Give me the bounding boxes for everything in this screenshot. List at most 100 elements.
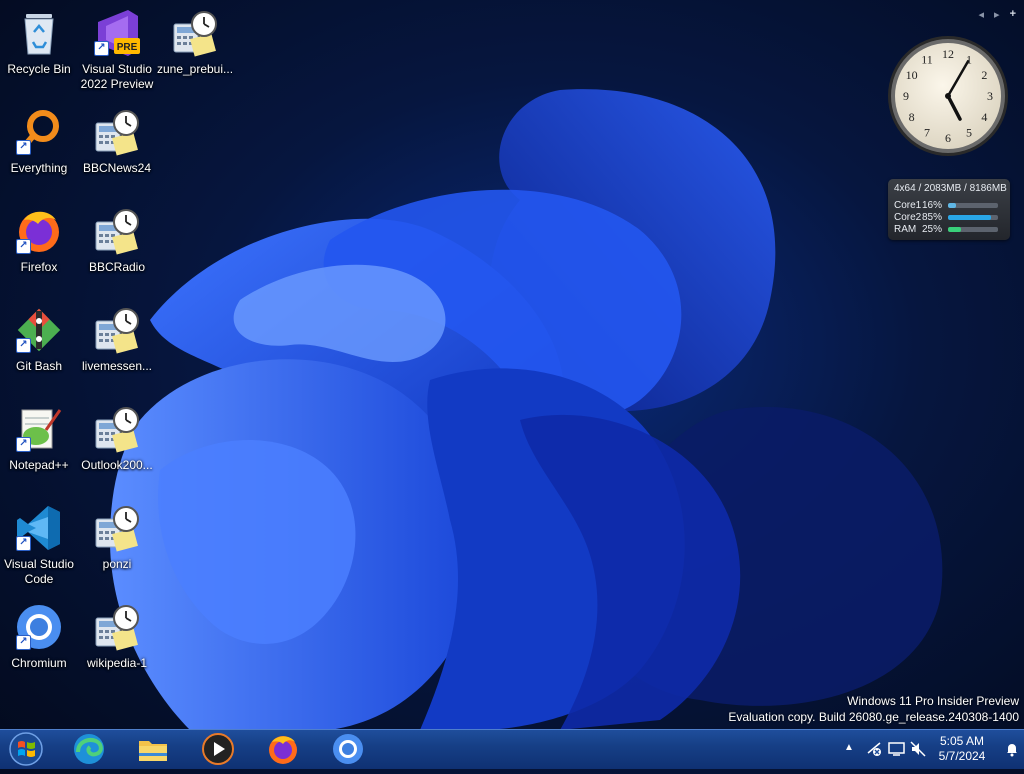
volume-muted-icon[interactable] bbox=[910, 741, 926, 762]
shortcut-arrow-icon: ↗ bbox=[94, 41, 109, 56]
shortcut-arrow-icon: ↗ bbox=[16, 239, 31, 254]
cpu-row-core1: Core1 16% bbox=[894, 199, 1006, 211]
cpu-meter-title: 4x64 / 2083MB / 8186MB bbox=[894, 183, 1007, 194]
shortcut-arrow-icon: ↗ bbox=[16, 635, 31, 650]
cpu-bar bbox=[948, 214, 998, 220]
desktop-icon-everything[interactable]: ↗ Everything bbox=[0, 107, 78, 176]
taskbar-edge[interactable] bbox=[66, 732, 112, 766]
shortcut-arrow-icon: ↗ bbox=[16, 437, 31, 452]
clock-number: 8 bbox=[909, 110, 915, 124]
watermark-line1: Windows 11 Pro Insider Preview bbox=[847, 694, 1019, 708]
taskbar-firefox[interactable] bbox=[260, 732, 306, 766]
windows-start-orb-icon bbox=[9, 732, 43, 766]
scheduled-task-icon bbox=[173, 11, 217, 57]
desktop-icon-visual-studio-code[interactable]: ↗ Visual Studio Code bbox=[0, 503, 78, 587]
evaluation-watermark: Windows 11 Pro Insider Preview Evaluatio… bbox=[728, 693, 1019, 725]
scheduled-task-icon bbox=[95, 407, 139, 453]
cpu-row-label: RAM bbox=[894, 223, 917, 235]
desktop-icon-bbcnews24[interactable]: BBCNews24 bbox=[78, 107, 156, 176]
desktop-icon-zune-prebuilt[interactable]: zune_prebui... bbox=[156, 8, 234, 77]
desktop-icon-ponzi[interactable]: ponzi bbox=[78, 503, 156, 572]
clock-number: 12 bbox=[942, 47, 954, 61]
icon-label: Visual Studio Code bbox=[4, 557, 74, 586]
desktop-icon-notepad-plus-plus[interactable]: ↗ Notepad++ bbox=[0, 404, 78, 473]
desktop-icon-recycle-bin[interactable]: Recycle Bin bbox=[0, 8, 78, 77]
scheduled-task-icon bbox=[95, 110, 139, 156]
clock-time: 5:05 AM bbox=[939, 734, 985, 748]
scheduled-task-icon bbox=[95, 506, 139, 552]
icon-label: Chromium bbox=[11, 656, 67, 670]
shortcut-arrow-icon: ↗ bbox=[16, 536, 31, 551]
notification-bell-icon[interactable] bbox=[1004, 741, 1020, 762]
clock-gadget[interactable]: 12 1234567891011 bbox=[886, 34, 1010, 158]
icon-label: Recycle Bin bbox=[7, 62, 71, 76]
cpu-row-core2: Core2 85% bbox=[894, 211, 1006, 223]
desktop-icon-git-bash[interactable]: ↗ Git Bash bbox=[0, 305, 78, 374]
desktop-icon-livemessenger[interactable]: livemessen... bbox=[78, 305, 156, 374]
system-tray: ▲ 5:05 AM 5/7/2024 bbox=[844, 730, 1024, 769]
cpu-row-ram: RAM 25% bbox=[894, 223, 1006, 235]
desktop-icon-wikipedia-1[interactable]: wikipedia-1 bbox=[78, 602, 156, 671]
chevron-left-icon[interactable]: ◂ bbox=[979, 8, 985, 21]
cpu-bar-fill bbox=[948, 214, 991, 220]
cpu-bar-fill bbox=[948, 226, 961, 232]
watermark-line2: Evaluation copy. Build 26080.ge_release.… bbox=[728, 710, 1019, 724]
scheduled-task-icon bbox=[95, 308, 139, 354]
cpu-row-value: 16% bbox=[922, 199, 943, 211]
icon-label: Notepad++ bbox=[9, 458, 69, 472]
media-player-icon bbox=[202, 733, 234, 765]
file-explorer-icon bbox=[139, 741, 167, 761]
sidebar-controls: ◂ ▸ + bbox=[979, 8, 1017, 21]
desktop-icon-firefox[interactable]: ↗ Firefox bbox=[0, 206, 78, 275]
cpu-meter-gadget[interactable]: 4x64 / 2083MB / 8186MB Core1 16% Core2 8… bbox=[888, 179, 1010, 240]
clock-number: 10 bbox=[906, 68, 918, 82]
network-disconnected-icon[interactable] bbox=[866, 741, 882, 762]
icon-label: zune_prebui... bbox=[156, 62, 234, 76]
display-icon[interactable] bbox=[888, 741, 906, 762]
icon-label: Firefox bbox=[20, 260, 58, 274]
taskbar-clock[interactable]: 5:05 AM 5/7/2024 bbox=[932, 734, 992, 764]
icon-label: Outlook200... bbox=[81, 458, 153, 472]
clock-number: 6 bbox=[945, 131, 951, 145]
cpu-bar-fill bbox=[948, 202, 956, 208]
taskbar-file-explorer[interactable] bbox=[130, 732, 176, 766]
clock-number: 4 bbox=[981, 110, 987, 124]
desktop-icon-bbcradio[interactable]: BBCRadio bbox=[78, 206, 156, 275]
edge-icon bbox=[74, 734, 104, 764]
cpu-row-label: Core1 bbox=[894, 199, 922, 211]
scheduled-task-icon bbox=[95, 605, 139, 651]
desktop-icon-outlook2003[interactable]: Outlook200... bbox=[78, 404, 156, 473]
clock-number: 9 bbox=[903, 89, 909, 103]
cpu-bar bbox=[948, 202, 998, 208]
taskbar: ▲ 5:05 AM 5/7/2024 bbox=[0, 729, 1024, 769]
plus-icon[interactable]: + bbox=[1010, 8, 1016, 21]
chevron-right-icon[interactable]: ▸ bbox=[994, 8, 1000, 21]
desktop-icon-chromium[interactable]: ↗ Chromium bbox=[0, 602, 78, 671]
icon-label: Git Bash bbox=[15, 359, 63, 373]
chromium-icon bbox=[333, 734, 363, 764]
show-hidden-icons-chevron[interactable]: ▲ bbox=[844, 742, 854, 753]
taskbar-chromium[interactable] bbox=[325, 732, 371, 766]
icon-label: ponzi bbox=[102, 557, 132, 571]
taskbar-media-player[interactable] bbox=[195, 732, 241, 766]
clock-number: 11 bbox=[921, 53, 933, 67]
icon-label: wikipedia-1 bbox=[86, 656, 148, 670]
start-button[interactable] bbox=[4, 730, 48, 769]
clock-number: 3 bbox=[987, 89, 993, 103]
icon-label: livemessen... bbox=[81, 359, 153, 373]
firefox-icon bbox=[269, 736, 297, 764]
shortcut-arrow-icon: ↗ bbox=[16, 140, 31, 155]
shortcut-arrow-icon: ↗ bbox=[16, 338, 31, 353]
preview-badge: PRE bbox=[117, 42, 138, 53]
icon-label: BBCRadio bbox=[88, 260, 146, 274]
cpu-row-value: 25% bbox=[922, 223, 943, 235]
cpu-row-value: 85% bbox=[922, 211, 943, 223]
clock-number: 7 bbox=[924, 125, 930, 139]
icon-label: BBCNews24 bbox=[82, 161, 152, 175]
desktop-icon-visual-studio-2022-preview[interactable]: PRE ↗ Visual Studio 2022 Preview bbox=[78, 8, 156, 92]
clock-number: 5 bbox=[966, 125, 972, 139]
icon-label: Everything bbox=[10, 161, 68, 175]
cpu-bar bbox=[948, 226, 998, 232]
cpu-row-label: Core2 bbox=[894, 211, 922, 223]
clock-date: 5/7/2024 bbox=[938, 749, 986, 763]
